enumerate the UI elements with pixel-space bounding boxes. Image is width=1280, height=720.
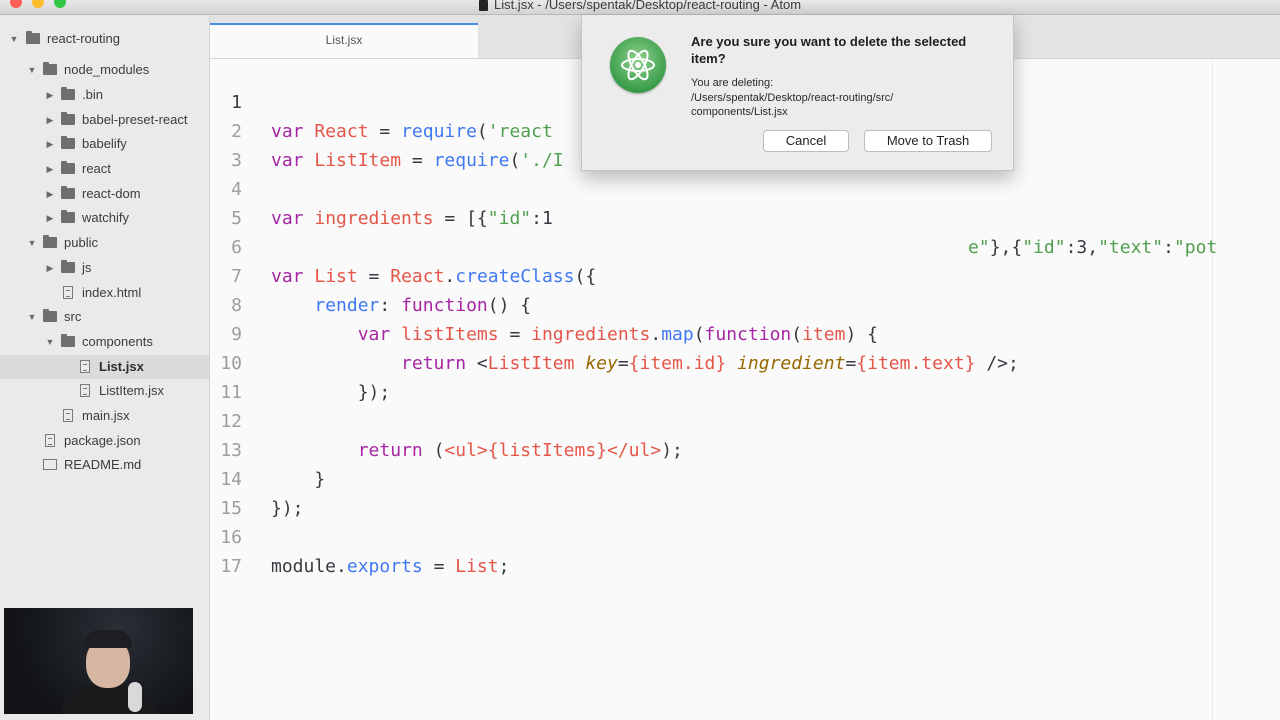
tree-item-label: .bin bbox=[82, 87, 103, 102]
chevron-right-icon: ▶ bbox=[46, 189, 54, 199]
tree-item-label: react-dom bbox=[82, 186, 141, 201]
chevron-down-icon: ▼ bbox=[27, 312, 37, 322]
tree-item-label: babelify bbox=[82, 136, 127, 151]
file-icon bbox=[80, 360, 90, 373]
window-titlebar: List.jsx - /Users/spentak/Desktop/react-… bbox=[0, 0, 1280, 15]
code-line: 15 bbox=[210, 465, 1280, 519]
chevron-down-icon: ▼ bbox=[27, 65, 37, 75]
tree-item-label: package.json bbox=[64, 433, 141, 448]
tree-item-components[interactable]: ▼ components bbox=[0, 330, 209, 354]
folder-icon bbox=[43, 309, 57, 322]
tree-item-label: react bbox=[82, 161, 111, 176]
tree-item-label: js bbox=[82, 260, 92, 275]
folder-icon bbox=[61, 161, 75, 174]
tab-label: List.jsx bbox=[325, 33, 363, 47]
microphone-icon bbox=[128, 682, 142, 712]
folder-icon bbox=[61, 186, 75, 199]
chevron-down-icon: ▼ bbox=[27, 238, 37, 248]
tree-item-babel-preset-react[interactable]: ▶ babel-preset-react bbox=[0, 108, 209, 132]
chevron-right-icon: ▶ bbox=[46, 213, 54, 223]
tab-list-jsx[interactable]: List.jsx bbox=[210, 23, 478, 58]
chevron-right-icon: ▶ bbox=[46, 115, 54, 125]
folder-icon bbox=[26, 31, 40, 44]
code-line: 8 var listItems = ingredients.map(functi… bbox=[210, 262, 1280, 345]
tree-item-label: src bbox=[64, 309, 82, 324]
tree-item-react-dom[interactable]: ▶ react-dom bbox=[0, 182, 209, 206]
tree-item-src[interactable]: ▼ src bbox=[0, 305, 209, 329]
code-line: 17 bbox=[210, 523, 1280, 577]
chevron-right-icon: ▶ bbox=[46, 139, 54, 149]
tree-item-babelify[interactable]: ▶ babelify bbox=[0, 132, 209, 156]
tree-item-label: public bbox=[64, 235, 98, 250]
tree-item-label: components bbox=[82, 334, 153, 349]
document-icon bbox=[478, 0, 488, 12]
atom-logo-icon bbox=[610, 37, 666, 93]
tree-item-label: index.html bbox=[82, 285, 142, 300]
window-title-text: List.jsx - /Users/spentak/Desktop/react-… bbox=[493, 0, 802, 12]
tree-item-public[interactable]: ▼ public bbox=[0, 231, 209, 255]
folder-icon bbox=[43, 235, 57, 248]
code-line: 6 var List = React.createClass({ bbox=[210, 204, 1280, 287]
tree-item-label: watchify bbox=[82, 210, 129, 225]
move-to-trash-button[interactable]: Move to Trash bbox=[864, 130, 992, 152]
tree-item-listitem-jsx[interactable]: ListItem.jsx bbox=[0, 379, 209, 403]
tree-item-react-routing[interactable]: ▼ react-routing bbox=[0, 27, 209, 51]
tree-item-watchify[interactable]: ▶ watchify bbox=[0, 206, 209, 230]
tree-item-js[interactable]: ▶ js bbox=[0, 256, 209, 280]
folder-icon bbox=[61, 260, 75, 273]
presenter-cap bbox=[84, 630, 132, 648]
tree-item-package-json[interactable]: package.json bbox=[0, 429, 209, 453]
tree-item-index-html[interactable]: index.html bbox=[0, 281, 209, 305]
code-line: 9 return <ListItem key={item.id} ingredi… bbox=[210, 291, 1280, 374]
chevron-right-icon: ▶ bbox=[46, 90, 54, 100]
dialog-message: You are deleting: /Users/spentak/Desktop… bbox=[691, 77, 894, 118]
tree-item-list-jsx[interactable]: List.jsx bbox=[0, 355, 209, 379]
book-icon bbox=[43, 459, 57, 470]
line-number: 17 bbox=[220, 556, 242, 577]
tree-item-label: react-routing bbox=[47, 31, 120, 46]
tree-item-label: babel-preset-react bbox=[82, 112, 188, 127]
file-icon bbox=[45, 434, 55, 447]
file-icon bbox=[80, 384, 90, 397]
delete-confirmation-dialog: Are you sure you want to delete the sele… bbox=[581, 15, 1014, 171]
tree-item-label: README.md bbox=[64, 457, 142, 472]
chevron-right-icon: ▶ bbox=[46, 164, 54, 174]
tree-item-label: ListItem.jsx bbox=[99, 383, 165, 398]
folder-icon bbox=[61, 334, 75, 347]
cancel-button[interactable]: Cancel bbox=[763, 130, 849, 152]
code-line: 7 render: function() { bbox=[210, 233, 1280, 316]
tree-item-react[interactable]: ▶ react bbox=[0, 157, 209, 181]
folder-icon bbox=[61, 136, 75, 149]
tree-item-node-modules[interactable]: ▼ node_modules bbox=[0, 58, 209, 82]
code-line: 10 }); bbox=[210, 320, 1280, 403]
file-icon bbox=[63, 286, 73, 299]
file-icon bbox=[63, 409, 73, 422]
code-line: 13 } bbox=[210, 407, 1280, 490]
folder-icon bbox=[61, 210, 75, 223]
code-line: 12 return (<ul>{listItems}</ul>); bbox=[210, 378, 1280, 461]
chevron-down-icon: ▼ bbox=[45, 337, 55, 347]
code-text: module.exports = List; bbox=[271, 556, 510, 577]
tree-item-label: node_modules bbox=[64, 62, 150, 77]
code-line: 14 }); bbox=[210, 436, 1280, 519]
tree-item-label: main.jsx bbox=[82, 408, 130, 423]
folder-icon bbox=[61, 112, 75, 125]
chevron-down-icon: ▼ bbox=[9, 34, 19, 44]
tree-item-label: List.jsx bbox=[99, 359, 144, 374]
code-line: 11 bbox=[210, 349, 1280, 403]
dialog-title: Are you sure you want to delete the sele… bbox=[691, 34, 967, 66]
folder-icon bbox=[61, 87, 75, 100]
chevron-right-icon: ▶ bbox=[46, 263, 54, 273]
tree-item-readme-md[interactable]: README.md bbox=[0, 453, 209, 477]
tree-item-bin[interactable]: ▶ .bin bbox=[0, 83, 209, 107]
code-line: 5 bbox=[210, 175, 1280, 229]
folder-icon bbox=[43, 62, 57, 75]
tree-item-main-jsx[interactable]: main.jsx bbox=[0, 404, 209, 428]
code-line: 16 module.exports = List; bbox=[210, 494, 1280, 577]
webcam-overlay bbox=[4, 608, 193, 714]
window-title: List.jsx - /Users/spentak/Desktop/react-… bbox=[0, 0, 1280, 12]
